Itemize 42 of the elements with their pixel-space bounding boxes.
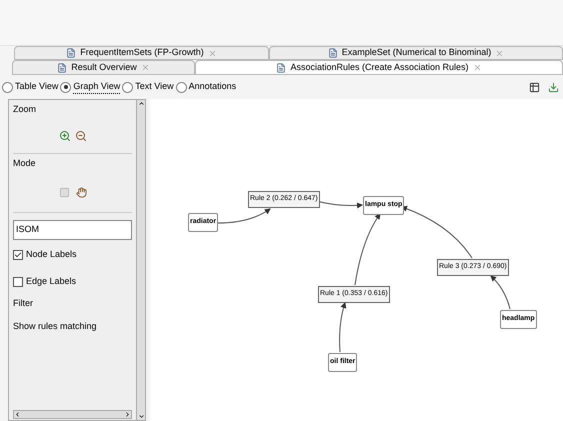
tab[interactable]: Result Overview [12, 60, 195, 75]
document-icon [276, 62, 286, 72]
radio-button[interactable] [176, 82, 187, 92]
edge-arrow [401, 206, 472, 258]
radio-option[interactable]: Text View [122, 80, 174, 94]
edge-arrow [218, 208, 271, 224]
checkbox[interactable] [13, 250, 23, 260]
horizontal-scrollbar[interactable] [13, 410, 132, 419]
scroll-right-icon[interactable] [124, 411, 131, 418]
export-icon[interactable] [548, 82, 559, 92]
table-icon[interactable] [529, 82, 540, 92]
scroll-left-icon[interactable] [14, 411, 21, 418]
tab[interactable]: AssociationRules (Create Association Rules) [195, 60, 563, 75]
vertical-scrollbar[interactable] [136, 100, 145, 420]
edge-arrow [490, 275, 510, 310]
group-title: Filter [13, 297, 34, 310]
group-title: Zoom [13, 103, 38, 116]
checkbox[interactable] [13, 277, 23, 287]
close-icon[interactable] [472, 63, 482, 72]
radio-button[interactable] [60, 82, 72, 92]
layout-field[interactable]: ISOM [13, 220, 132, 240]
checkbox-option[interactable]: Node Labels [13, 243, 132, 267]
group-title: Mode [13, 156, 37, 170]
hand-icon[interactable] [76, 187, 86, 198]
document-icon [66, 48, 76, 58]
radio-option[interactable]: Annotations [176, 80, 236, 94]
radio-option[interactable]: Graph View [60, 80, 120, 94]
scroll-up-icon[interactable] [138, 100, 144, 107]
document-icon [57, 62, 68, 72]
filter-label: Show rules matching [13, 320, 98, 333]
document-icon [328, 48, 338, 58]
radio-option[interactable]: Table View [2, 80, 58, 94]
tab[interactable]: ExampleSet (Numerical to Binominal) [269, 46, 563, 60]
zoom-out-icon[interactable] [74, 130, 86, 142]
zoom-in-icon[interactable] [58, 130, 70, 142]
radio-button[interactable] [122, 82, 134, 92]
check-icon [14, 251, 22, 259]
radio-button[interactable] [2, 82, 13, 92]
scroll-down-icon[interactable] [138, 413, 144, 420]
checkbox-option[interactable]: Edge Labels [13, 270, 132, 294]
edge-arrow [339, 302, 346, 352]
tab[interactable]: FrequentItemSets (FP-Growth) [14, 46, 269, 60]
